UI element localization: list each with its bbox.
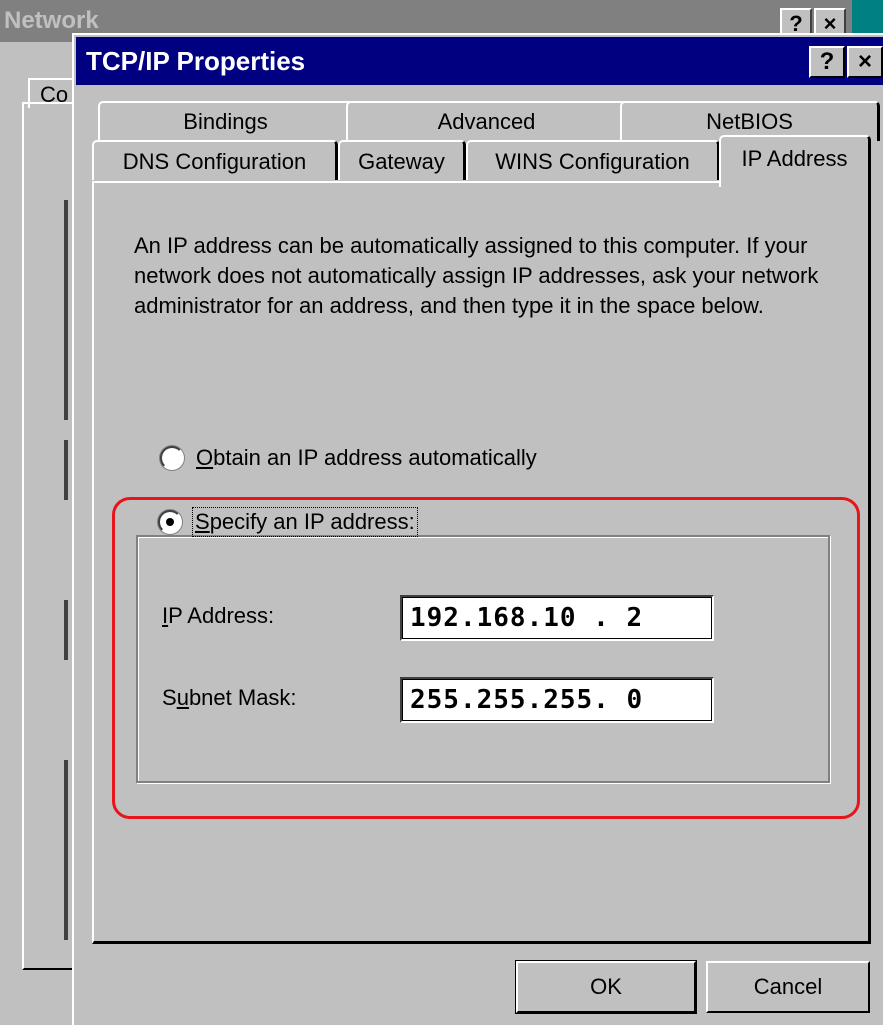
dialog-titlebar: TCP/IP Properties ? × <box>76 37 883 85</box>
background-divider <box>64 440 68 500</box>
background-help-button[interactable]: ? <box>780 8 812 36</box>
dialog-title: TCP/IP Properties <box>86 46 306 76</box>
radio-button-unselected[interactable] <box>160 446 184 470</box>
specify-ip-address-option[interactable]: Specify an IP address: <box>158 507 420 537</box>
obtain-ip-automatically-label: Obtain an IP address automatically <box>196 445 537 470</box>
tab-advanced[interactable]: Advanced <box>346 101 628 141</box>
subnet-mask-label: Subnet Mask: <box>162 685 297 710</box>
tab-ip-address[interactable]: IP Address <box>719 135 871 187</box>
subnet-mask-input[interactable]: 255.255.255. 0 <box>400 677 714 723</box>
ip-address-label: IP Address: <box>162 603 275 628</box>
tab-wins-configuration[interactable]: WINS Configuration <box>466 140 720 180</box>
close-button[interactable]: × <box>847 46 883 78</box>
ip-address-tab-page: An IP address can be automatically assig… <box>92 181 871 944</box>
background-divider <box>64 200 68 420</box>
specify-ip-groupbox <box>136 535 830 783</box>
background-divider <box>64 760 68 940</box>
obtain-ip-automatically-option[interactable]: Obtain an IP address automatically <box>160 445 537 471</box>
radio-dot-icon <box>166 518 174 526</box>
tcpip-properties-dialog: TCP/IP Properties ? × Bindings Advanced … <box>72 33 883 1025</box>
background-window-title: Network <box>4 7 99 34</box>
help-button[interactable]: ? <box>809 46 845 78</box>
specify-ip-address-label: Specify an IP address: <box>192 507 418 537</box>
ip-address-input[interactable]: 192.168.10 . 2 <box>400 595 714 641</box>
intro-text: An IP address can be automatically assig… <box>134 233 819 318</box>
tab-gateway[interactable]: Gateway <box>338 140 466 180</box>
cancel-button[interactable]: Cancel <box>706 961 870 1013</box>
background-divider <box>64 600 68 660</box>
background-close-button[interactable]: × <box>814 8 846 36</box>
tab-dns-configuration[interactable]: DNS Configuration <box>92 140 338 180</box>
ok-button[interactable]: OK <box>516 961 696 1013</box>
tab-bindings[interactable]: Bindings <box>98 101 354 141</box>
radio-button-selected[interactable] <box>158 510 182 534</box>
